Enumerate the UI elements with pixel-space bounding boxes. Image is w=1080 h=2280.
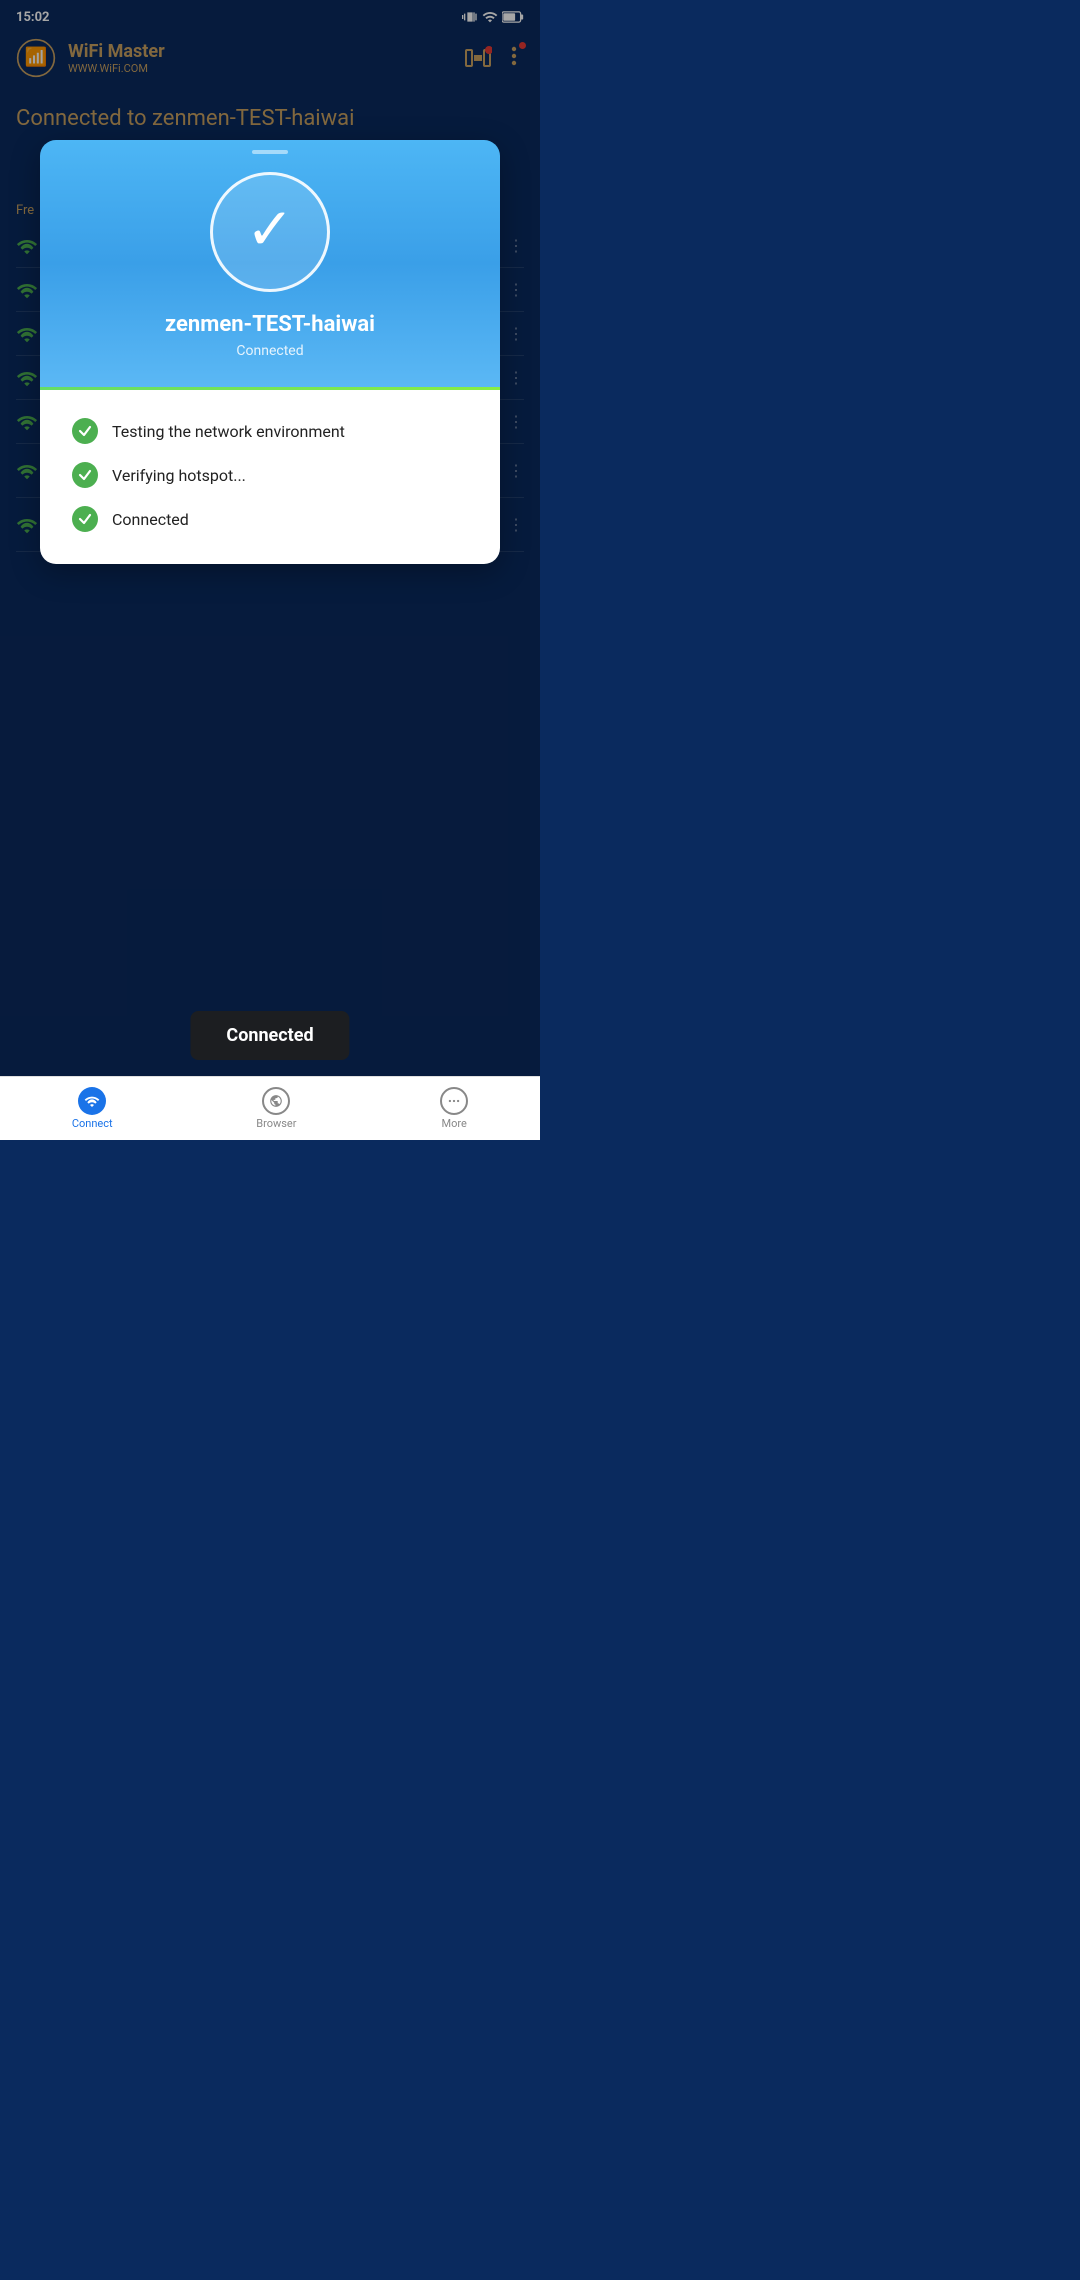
check-item-label: Verifying hotspot... xyxy=(112,466,246,485)
modal-bottom: Testing the network environment Verifyin… xyxy=(40,390,500,564)
nav-item-browser[interactable]: Browser xyxy=(256,1087,296,1130)
modal-ssid: zenmen-TEST-haiwai xyxy=(165,312,375,337)
success-circle: ✓ xyxy=(210,172,330,292)
green-check-icon xyxy=(72,462,98,488)
modal-connected-status: Connected xyxy=(236,343,303,359)
green-check-icon xyxy=(72,418,98,444)
toast-message: Connected xyxy=(190,1011,349,1060)
check-item-hotspot: Verifying hotspot... xyxy=(72,462,468,488)
green-check-icon xyxy=(72,506,98,532)
nav-label-more: More xyxy=(441,1117,466,1130)
modal-drag-handle[interactable] xyxy=(252,150,288,154)
bottom-nav: Connect Browser More xyxy=(0,1076,540,1140)
nav-item-more[interactable]: More xyxy=(440,1087,468,1130)
modal-overlay: ✓ zenmen-TEST-haiwai Connected Testing t… xyxy=(0,0,540,1140)
modal-top: ✓ zenmen-TEST-haiwai Connected xyxy=(40,140,500,387)
nav-label-browser: Browser xyxy=(256,1117,296,1130)
check-item-label: Connected xyxy=(112,510,189,529)
browser-nav-icon xyxy=(262,1087,290,1115)
checkmark-icon: ✓ xyxy=(246,201,295,259)
nav-label-connect: Connect xyxy=(72,1117,113,1130)
connect-nav-icon xyxy=(78,1087,106,1115)
more-nav-icon xyxy=(440,1087,468,1115)
check-item-connected: Connected xyxy=(72,506,468,532)
check-item-label: Testing the network environment xyxy=(112,422,345,441)
connection-modal: ✓ zenmen-TEST-haiwai Connected Testing t… xyxy=(40,140,500,564)
check-item-network: Testing the network environment xyxy=(72,418,468,444)
nav-item-connect[interactable]: Connect xyxy=(72,1087,113,1130)
